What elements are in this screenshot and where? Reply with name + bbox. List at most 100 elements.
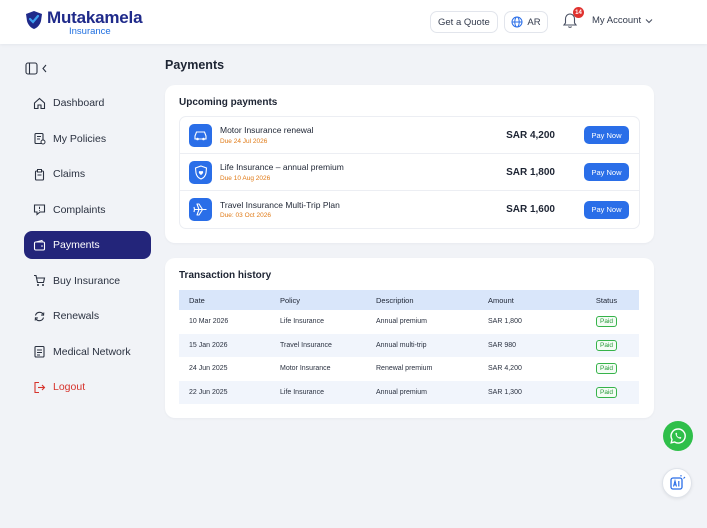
brand-logo[interactable]: Mutakamela Insurance: [24, 8, 143, 37]
logo-mark-icon: [26, 11, 42, 29]
pay-now-button[interactable]: Pay Now: [584, 126, 629, 144]
sidebar-item-complaints[interactable]: Complaints: [24, 196, 151, 224]
sidebar-item-medical-network[interactable]: Medical Network: [24, 338, 151, 366]
payment-amount: SAR 1,800: [506, 166, 555, 178]
status-badge: Paid: [595, 386, 617, 398]
column-header-date: Date: [179, 290, 280, 310]
policies-icon: [34, 132, 46, 145]
status-badge: Paid: [595, 363, 617, 375]
column-header-description: Description: [376, 290, 488, 310]
page-title: Payments: [165, 58, 225, 72]
column-header-policy: Policy: [280, 290, 376, 310]
upcoming-payments-title: Upcoming payments: [179, 97, 278, 108]
account-menu[interactable]: My Account: [592, 15, 653, 26]
cell-date: 15 Jan 2026: [179, 333, 280, 357]
payment-due-date: Due 10 Aug 2026: [220, 174, 271, 182]
cell-status: Paid: [574, 380, 639, 404]
status-badge: Paid: [595, 339, 617, 351]
sidebar-item-label: Claims: [53, 168, 86, 180]
language-button[interactable]: AR: [504, 11, 548, 33]
complaints-icon: [33, 204, 46, 216]
sidebar-item-logout[interactable]: Logout: [24, 373, 151, 401]
cell-policy: Life Insurance: [280, 380, 376, 404]
table-header-row: Date Policy Description Amount Status: [179, 290, 639, 310]
logout-icon: [34, 381, 46, 393]
cell-amount: SAR 1,300: [488, 380, 574, 404]
sidebar-item-label: Payments: [53, 239, 100, 251]
cell-amount: SAR 4,200: [488, 365, 522, 373]
table-row[interactable]: 15 Jan 2026 Travel Insurance Annual mult…: [179, 333, 639, 357]
brand-name: Mutakamela: [47, 8, 143, 27]
sidebar-collapse-toggle[interactable]: [25, 62, 48, 75]
wallet-icon: [33, 239, 46, 251]
plane-icon: [189, 198, 212, 221]
chevron-left-icon: [42, 64, 47, 73]
refresh-icon: [34, 311, 45, 321]
notification-badge: 14: [573, 7, 584, 18]
sidebar-item-label: My Policies: [53, 132, 107, 145]
payment-name: Motor Insurance renewal: [220, 125, 314, 136]
cell-description: Annual premium: [376, 318, 427, 326]
column-header-status: Status: [574, 290, 639, 310]
whatsapp-button[interactable]: [663, 421, 693, 451]
cart-icon: [34, 274, 46, 286]
shield-heart-icon: [189, 160, 212, 184]
table-row[interactable]: 22 Jun 2025 Life Insurance Annual premiu…: [179, 380, 639, 404]
list-item: Travel Insurance Multi-Trip Plan Due: 03…: [180, 191, 639, 228]
sidebar-panel-icon: [25, 62, 38, 75]
status-badge: Paid: [595, 316, 617, 328]
ai-assistant-button[interactable]: [662, 468, 692, 498]
pay-now-button[interactable]: Pay Now: [584, 163, 629, 181]
account-label: My Account: [592, 15, 642, 26]
cell-status: Paid: [574, 310, 639, 334]
sidebar-item-renewals[interactable]: Renewals: [24, 302, 151, 330]
sidebar-item-my-policies[interactable]: My Policies: [24, 125, 151, 153]
cell-date: 10 Mar 2026: [189, 318, 229, 326]
sidebar-item-label: Medical Network: [53, 345, 131, 358]
cell-date: 22 Jun 2025: [179, 380, 280, 404]
claims-icon: [34, 168, 45, 181]
cell-date: 24 Jun 2025: [189, 365, 228, 373]
table-row[interactable]: 10 Mar 2026 Life Insurance Annual premiu…: [179, 310, 639, 334]
sidebar-item-label: Dashboard: [53, 97, 105, 109]
sidebar-item-payments[interactable]: Payments: [24, 231, 151, 259]
globe-icon: [511, 16, 523, 28]
whatsapp-icon: [670, 428, 686, 444]
pay-now-button[interactable]: Pay Now: [584, 200, 629, 219]
sidebar-item-buy-insurance[interactable]: Buy Insurance: [24, 267, 151, 295]
brand-sub: Insurance: [69, 26, 111, 37]
transaction-history-card: Transaction history Date Policy Descript…: [165, 258, 654, 418]
payment-amount: SAR 1,600: [506, 204, 555, 215]
payment-name: Life Insurance – annual premium: [220, 162, 344, 173]
cell-status: Paid: [574, 333, 639, 357]
payment-name: Travel Insurance Multi-Trip Plan: [220, 199, 340, 210]
chevron-down-icon: [645, 18, 653, 23]
table-row[interactable]: 24 Jun 2025 Motor Insurance Renewal prem…: [179, 357, 639, 381]
sidebar-item-label: Renewals: [53, 310, 100, 322]
list-item: Motor Insurance renewal Due 24 Jul 2026 …: [180, 117, 639, 154]
cell-amount: SAR 1,800: [488, 318, 522, 326]
transaction-history-title: Transaction history: [179, 270, 272, 281]
cell-description: Annual multi-trip: [376, 333, 488, 357]
cell-description: Annual premium: [376, 380, 488, 404]
payment-amount: SAR 4,200: [506, 129, 555, 141]
car-icon: [189, 123, 212, 147]
medical-icon: [34, 345, 45, 358]
sidebar-item-dashboard[interactable]: Dashboard: [24, 89, 151, 117]
cell-description: Renewal premium: [376, 365, 433, 373]
sidebar-item-label: Buy Insurance: [53, 274, 121, 287]
upcoming-payments-card: Upcoming payments Motor Insurance renewa…: [165, 85, 654, 243]
ai-assistant-icon: [670, 475, 686, 490]
get-quote-button[interactable]: Get a Quote: [430, 11, 498, 33]
payment-due-date: Due 24 Jul 2026: [220, 137, 268, 145]
sidebar-item-label: Logout: [53, 381, 86, 393]
top-header: Mutakamela Insurance Get a Quote AR 14 M…: [0, 0, 707, 44]
sidebar-item-claims[interactable]: Claims: [24, 160, 151, 188]
sidebar-item-label: Complaints: [53, 203, 106, 216]
cell-policy: Motor Insurance: [280, 365, 331, 373]
sidebar-nav: Dashboard My Policies Claims Complaints …: [24, 89, 151, 409]
upcoming-payments-list: Motor Insurance renewal Due 24 Jul 2026 …: [179, 116, 640, 229]
language-label: AR: [527, 16, 541, 28]
home-icon: [33, 97, 46, 109]
column-header-amount: Amount: [488, 290, 574, 310]
